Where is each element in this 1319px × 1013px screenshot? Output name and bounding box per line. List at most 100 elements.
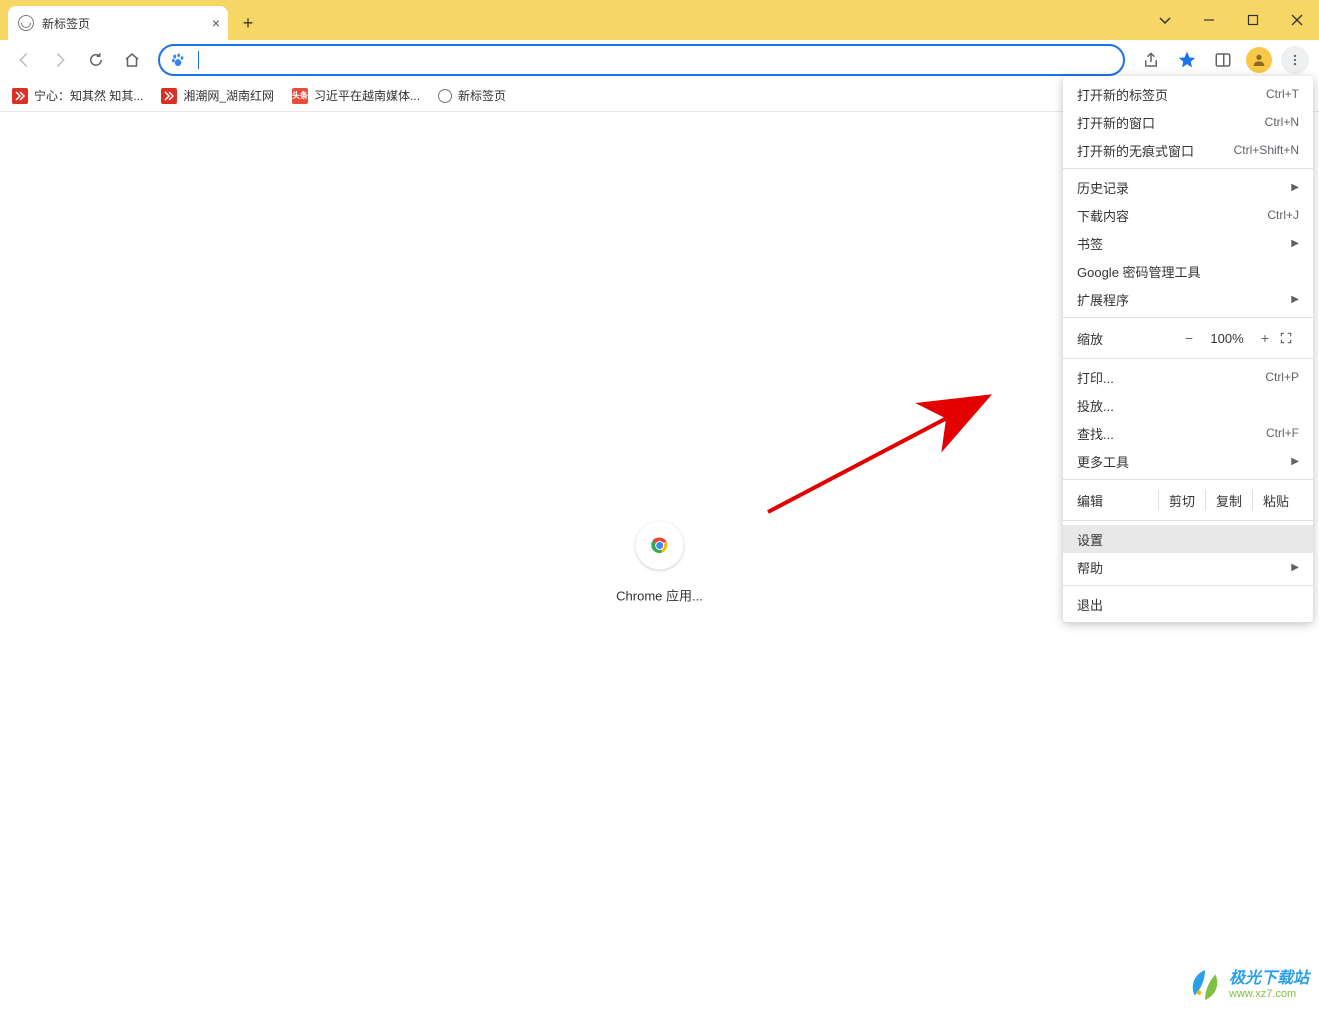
watermark-url: www.xz7.com: [1229, 988, 1309, 1001]
menu-find[interactable]: 查找... Ctrl+F: [1063, 419, 1313, 447]
menu-new-window[interactable]: 打开新的窗口 Ctrl+N: [1063, 108, 1313, 136]
side-panel-icon[interactable]: [1207, 44, 1239, 76]
site-icon: 头条: [292, 88, 308, 104]
menu-new-tab[interactable]: 打开新的标签页 Ctrl+T: [1063, 80, 1313, 108]
bookmark-label: 湘潮网_湖南红网: [183, 87, 274, 104]
menu-label: 下载内容: [1077, 206, 1129, 225]
menu-label: 打开新的窗口: [1077, 113, 1155, 132]
chevron-down-icon[interactable]: [1143, 0, 1187, 40]
profile-avatar-icon: [1246, 47, 1272, 73]
chrome-apps-label: Chrome 应用...: [616, 585, 703, 604]
menu-help[interactable]: 帮助 ▶: [1063, 553, 1313, 581]
menu-label: 书签: [1077, 234, 1103, 253]
maximize-button[interactable]: [1231, 0, 1275, 40]
menu-print[interactable]: 打印... Ctrl+P: [1063, 363, 1313, 391]
kebab-icon: [1281, 46, 1309, 74]
bookmark-item[interactable]: 湘潮网_湖南红网: [161, 87, 274, 104]
menu-separator: [1063, 585, 1313, 586]
menu-zoom: 缩放 − 100% +: [1063, 322, 1313, 354]
back-button[interactable]: [8, 44, 40, 76]
browser-menu: 打开新的标签页 Ctrl+T 打开新的窗口 Ctrl+N 打开新的无痕式窗口 Ctrl…: [1063, 76, 1313, 622]
menu-label: 扩展程序: [1077, 290, 1129, 309]
menu-separator: [1063, 168, 1313, 169]
menu-more-tools[interactable]: 更多工具 ▶: [1063, 447, 1313, 475]
menu-label: 退出: [1077, 595, 1103, 614]
menu-history[interactable]: 历史记录▶: [1063, 173, 1313, 201]
bookmark-item[interactable]: 新标签页: [438, 87, 506, 104]
tab-close-icon[interactable]: ×: [212, 15, 220, 31]
chevron-right-icon: ▶: [1291, 562, 1299, 573]
menu-separator: [1063, 479, 1313, 480]
bookmark-star-icon[interactable]: [1171, 44, 1203, 76]
menu-edit: 编辑 剪切 复制 粘贴: [1063, 484, 1313, 516]
menu-shortcut: Ctrl+F: [1266, 426, 1299, 440]
menu-shortcut: Ctrl+J: [1267, 208, 1299, 222]
home-button[interactable]: [116, 44, 148, 76]
bookmark-label: 宁心：知其然 知其...: [34, 87, 143, 104]
menu-label: 编辑: [1077, 491, 1103, 510]
menu-bookmarks[interactable]: 书签 ▶: [1063, 229, 1313, 257]
menu-label: 帮助: [1077, 558, 1103, 577]
watermark-title: 极光下载站: [1229, 969, 1309, 988]
zoom-out-button[interactable]: −: [1175, 330, 1203, 346]
chrome-apps-shortcut[interactable]: Chrome 应用...: [616, 521, 703, 604]
menu-exit[interactable]: 退出: [1063, 590, 1313, 618]
menu-downloads[interactable]: 下载内容 Ctrl+J: [1063, 201, 1313, 229]
address-bar[interactable]: [158, 44, 1125, 76]
menu-shortcut: Ctrl+P: [1265, 370, 1299, 384]
menu-separator: [1063, 520, 1313, 521]
watermark: 极光下载站 www.xz7.com: [1187, 967, 1309, 1003]
bookmark-item[interactable]: 宁心：知其然 知其...: [12, 87, 143, 104]
caret-icon: [198, 51, 199, 69]
edit-copy-button[interactable]: 复制: [1205, 490, 1252, 510]
reload-button[interactable]: [80, 44, 112, 76]
baidu-paw-icon: [170, 52, 186, 68]
menu-label: 打印...: [1077, 368, 1114, 387]
tab-title: 新标签页: [42, 15, 90, 32]
menu-label: 查找...: [1077, 424, 1114, 443]
chevron-right-icon: ▶: [1291, 182, 1299, 193]
menu-separator: [1063, 317, 1313, 318]
title-bar: 新标签页 × +: [0, 0, 1319, 40]
menu-label: 打开新的标签页: [1077, 85, 1168, 104]
site-icon: [161, 88, 177, 104]
menu-cast[interactable]: 投放...: [1063, 391, 1313, 419]
forward-button[interactable]: [44, 44, 76, 76]
edit-paste-button[interactable]: 粘贴: [1252, 490, 1299, 510]
globe-icon: [438, 89, 452, 103]
menu-passwords[interactable]: Google 密码管理工具: [1063, 257, 1313, 285]
bookmark-label: 新标签页: [458, 87, 506, 104]
minimize-button[interactable]: [1187, 0, 1231, 40]
edit-cut-button[interactable]: 剪切: [1158, 490, 1205, 510]
site-icon: [12, 88, 28, 104]
menu-settings[interactable]: 设置: [1063, 525, 1313, 553]
new-tab-button[interactable]: +: [234, 9, 262, 37]
menu-new-incognito[interactable]: 打开新的无痕式窗口 Ctrl+Shift+N: [1063, 136, 1313, 164]
globe-icon: [18, 15, 34, 31]
chevron-right-icon: ▶: [1291, 238, 1299, 249]
menu-label: 打开新的无痕式窗口: [1077, 141, 1194, 160]
menu-label: Google 密码管理工具: [1077, 262, 1201, 281]
zoom-in-button[interactable]: +: [1251, 330, 1279, 346]
menu-label: 投放...: [1077, 396, 1114, 415]
close-button[interactable]: [1275, 0, 1319, 40]
menu-label: 设置: [1077, 530, 1103, 549]
profile-button[interactable]: [1243, 44, 1275, 76]
menu-shortcut: Ctrl+T: [1266, 87, 1299, 101]
browser-tab[interactable]: 新标签页 ×: [8, 6, 228, 40]
fullscreen-button[interactable]: [1279, 331, 1299, 345]
bookmark-label: 习近平在越南媒体...: [314, 87, 420, 104]
bookmark-item[interactable]: 头条 习近平在越南媒体...: [292, 87, 420, 104]
zoom-value: 100%: [1203, 331, 1251, 346]
menu-shortcut: Ctrl+N: [1265, 115, 1299, 129]
menu-shortcut: Ctrl+Shift+N: [1234, 143, 1299, 157]
more-menu-button[interactable]: [1279, 44, 1311, 76]
menu-label: 缩放: [1077, 329, 1103, 348]
window-controls: [1143, 0, 1319, 40]
chevron-right-icon: ▶: [1291, 456, 1299, 467]
menu-separator: [1063, 358, 1313, 359]
toolbar: [0, 40, 1319, 80]
menu-extensions[interactable]: 扩展程序▶: [1063, 285, 1313, 313]
share-icon[interactable]: [1135, 44, 1167, 76]
menu-label: 更多工具: [1077, 452, 1129, 471]
